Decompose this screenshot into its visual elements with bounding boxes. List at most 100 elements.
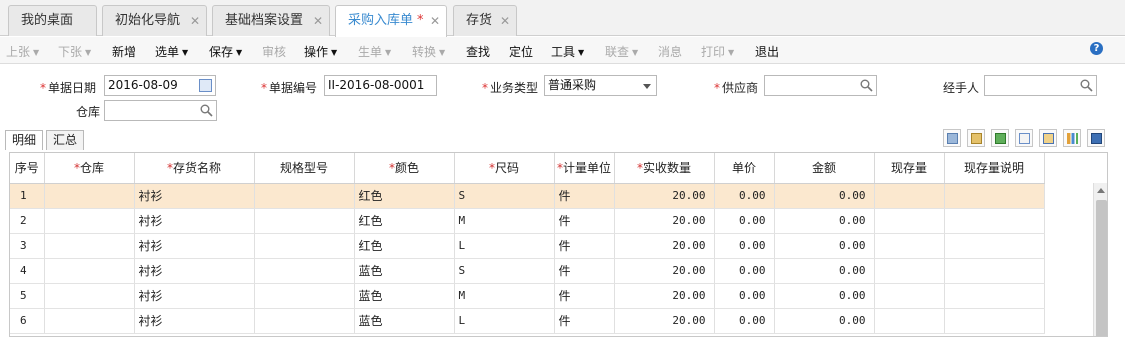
cell-amount[interactable]: 0.00 — [774, 308, 875, 334]
cell-stock[interactable] — [874, 208, 945, 234]
cell-size[interactable]: S — [454, 258, 555, 284]
cell-idx[interactable]: 1 — [10, 183, 45, 209]
cell-stock[interactable] — [874, 283, 945, 309]
scroll-thumb[interactable] — [1096, 200, 1107, 336]
cell-unit[interactable]: 件 — [554, 283, 615, 309]
cell-amount[interactable]: 0.00 — [774, 233, 875, 259]
tab-my-desktop[interactable]: 我的桌面 — [8, 5, 97, 36]
cell-spec[interactable] — [254, 308, 355, 334]
column-header-price[interactable]: 单价 — [714, 153, 775, 184]
column-header-index[interactable]: 序号 — [10, 153, 45, 184]
table-row[interactable]: 4 衬衫 蓝色 S 件 20.00 0.00 0.00 — [10, 258, 1045, 284]
tab-purchase-inbound[interactable]: 采购入库单 * ✕ — [335, 5, 447, 37]
column-header-qty[interactable]: *实收数量 — [614, 153, 715, 184]
cell-name[interactable]: 衬衫 — [134, 283, 255, 309]
close-icon[interactable]: ✕ — [190, 6, 200, 36]
close-icon[interactable]: ✕ — [500, 6, 510, 36]
cell-warehouse[interactable] — [44, 258, 135, 284]
paste-icon[interactable] — [967, 129, 985, 147]
close-icon[interactable]: ✕ — [430, 6, 440, 36]
cell-price[interactable]: 0.00 — [714, 233, 775, 259]
chart-icon[interactable] — [1063, 129, 1081, 147]
vertical-scrollbar[interactable] — [1093, 183, 1107, 336]
cell-amount[interactable]: 0.00 — [774, 208, 875, 234]
cell-spec[interactable] — [254, 183, 355, 209]
cell-idx[interactable]: 2 — [10, 208, 45, 234]
cell-spec[interactable] — [254, 233, 355, 259]
cell-price[interactable]: 0.00 — [714, 283, 775, 309]
copy-icon[interactable] — [943, 129, 961, 147]
excel-icon[interactable] — [991, 129, 1009, 147]
cell-idx[interactable]: 4 — [10, 258, 45, 284]
cell-size[interactable]: M — [454, 208, 555, 234]
save-disk-icon[interactable] — [1087, 129, 1105, 147]
number-field[interactable]: II-2016-08-0001 — [324, 75, 437, 96]
convert-button[interactable]: 转换 ▼ — [412, 43, 445, 60]
chevron-down-icon[interactable] — [643, 84, 651, 89]
table-row[interactable]: 5 衬衫 蓝色 M 件 20.00 0.00 0.00 — [10, 283, 1045, 309]
cell-warehouse[interactable] — [44, 233, 135, 259]
cell-spec[interactable] — [254, 258, 355, 284]
cell-name[interactable]: 衬衫 — [134, 208, 255, 234]
cell-name[interactable]: 衬衫 — [134, 233, 255, 259]
find-button[interactable]: 查找 — [466, 43, 490, 60]
cell-idx[interactable]: 3 — [10, 233, 45, 259]
cell-stock-note[interactable] — [944, 233, 1045, 259]
linked-query-button[interactable]: 联查 ▼ — [605, 43, 638, 60]
print-button[interactable]: 打印 ▼ — [701, 43, 734, 60]
column-header-warehouse[interactable]: *仓库 — [44, 153, 135, 184]
select-button[interactable]: 选单 ▼ — [155, 43, 188, 60]
cell-size[interactable]: L — [454, 233, 555, 259]
cell-spec[interactable] — [254, 283, 355, 309]
locate-button[interactable]: 定位 — [509, 43, 533, 60]
column-header-stock-note[interactable]: 现存量说明 — [944, 153, 1045, 184]
cell-warehouse[interactable] — [44, 283, 135, 309]
cell-qty[interactable]: 20.00 — [614, 233, 715, 259]
cell-color[interactable]: 蓝色 — [354, 283, 455, 309]
cell-qty[interactable]: 20.00 — [614, 183, 715, 209]
exit-button[interactable]: 退出 — [755, 43, 779, 60]
cell-size[interactable]: L — [454, 308, 555, 334]
audit-button[interactable]: 审核 — [262, 43, 286, 60]
cell-amount[interactable]: 0.00 — [774, 283, 875, 309]
supplier-field[interactable] — [764, 75, 877, 96]
cell-unit[interactable]: 件 — [554, 208, 615, 234]
cell-idx[interactable]: 6 — [10, 308, 45, 334]
tab-detail[interactable]: 明细 — [5, 130, 44, 150]
table-row[interactable]: 3 衬衫 红色 L 件 20.00 0.00 0.00 — [10, 233, 1045, 259]
tools-button[interactable]: 工具 ▼ — [551, 43, 584, 60]
close-icon[interactable]: ✕ — [313, 6, 323, 36]
cell-unit[interactable]: 件 — [554, 308, 615, 334]
cell-idx[interactable]: 5 — [10, 283, 45, 309]
column-header-size[interactable]: *尺码 — [454, 153, 555, 184]
column-header-amount[interactable]: 金额 — [774, 153, 875, 184]
search-icon[interactable] — [860, 79, 873, 92]
cell-stock-note[interactable] — [944, 183, 1045, 209]
cell-unit[interactable]: 件 — [554, 183, 615, 209]
cell-amount[interactable]: 0.00 — [774, 183, 875, 209]
tab-inventory[interactable]: 存货 ✕ — [453, 5, 517, 36]
cell-size[interactable]: S — [454, 183, 555, 209]
biz-type-select[interactable]: 普通采购 — [544, 75, 657, 96]
cell-stock[interactable] — [874, 258, 945, 284]
cell-color[interactable]: 红色 — [354, 183, 455, 209]
cell-qty[interactable]: 20.00 — [614, 258, 715, 284]
cell-name[interactable]: 衬衫 — [134, 308, 255, 334]
prev-button[interactable]: 上张 ▼ — [6, 43, 39, 60]
handler-field[interactable] — [984, 75, 1097, 96]
column-header-stock[interactable]: 现存量 — [874, 153, 945, 184]
help-icon[interactable]: ? — [1090, 42, 1103, 55]
new-button[interactable]: 新增 — [112, 43, 136, 60]
cell-price[interactable]: 0.00 — [714, 183, 775, 209]
cell-amount[interactable]: 0.00 — [774, 258, 875, 284]
cell-stock[interactable] — [874, 308, 945, 334]
cell-warehouse[interactable] — [44, 308, 135, 334]
cell-stock-note[interactable] — [944, 308, 1045, 334]
cell-stock-note[interactable] — [944, 258, 1045, 284]
next-button[interactable]: 下张 ▼ — [58, 43, 91, 60]
preview-icon[interactable] — [1015, 129, 1033, 147]
calendar-icon[interactable] — [199, 79, 212, 92]
cell-color[interactable]: 蓝色 — [354, 308, 455, 334]
warehouse-field[interactable] — [104, 100, 217, 121]
cell-stock[interactable] — [874, 183, 945, 209]
